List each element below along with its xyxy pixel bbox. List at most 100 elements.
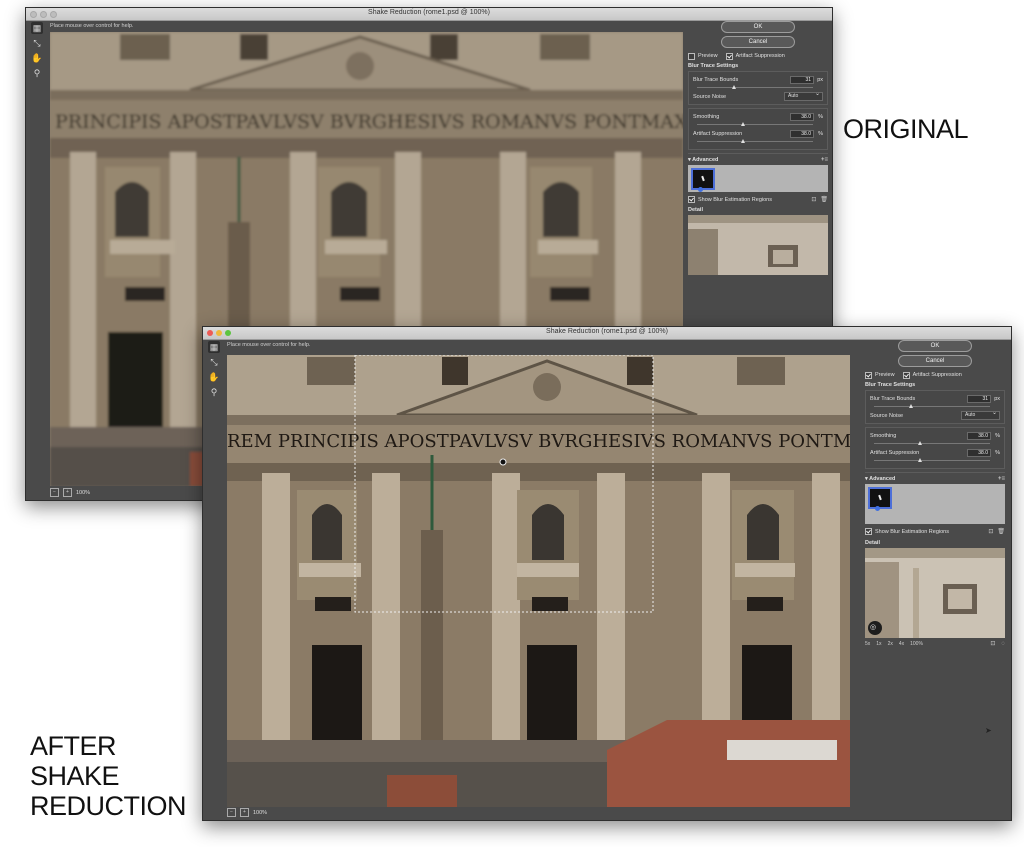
blur-trace-bounds-slider[interactable] [874,404,990,409]
loupe-target-icon[interactable]: ◎ [870,623,876,631]
px-unit: px [817,76,823,83]
loupe-zoom-1x[interactable]: 1x [876,641,881,647]
caption-after-line1: AFTER [30,731,117,761]
ok-button[interactable]: OK [898,340,972,352]
trash-icon[interactable]: 🗑 [997,528,1005,535]
advanced-section-header[interactable]: ▾ Advanced +≡ [865,472,1005,484]
detail-heading: Detail [688,207,703,213]
zoom-strip: − + 100% [50,487,90,498]
settings-panel: OK Cancel Preview Artifact Suppression B… [865,340,1005,816]
smoothing-slider[interactable] [697,122,813,127]
detail-image [865,548,1005,638]
new-region-icon[interactable]: ⊡ [811,196,816,203]
smoothing-slider[interactable] [874,441,990,446]
preview-canvas[interactable]: REM PRINCIPIS APOSTPAVLVSV BVRGHESIVS RO… [227,355,850,807]
blur-direction-tool-icon[interactable]: ⤡ [31,37,43,49]
artifact-suppression-field-label: Artifact Suppression [693,130,743,137]
loupe-pin-icon[interactable]: ⊡ [990,640,995,647]
zoom-level[interactable]: 100% [76,490,90,496]
caption-after-line2: SHAKE [30,761,120,791]
detail-image [688,215,828,275]
new-region-icon[interactable]: ⊡ [988,528,993,535]
detail-loupe[interactable]: ◎ [865,548,1005,638]
advanced-section-header[interactable]: ▾ Advanced +≡ [688,153,828,165]
disclosure-triangle-icon[interactable]: ▾ [688,157,691,163]
smoothing-group: Smoothing 38.0% Artifact Suppression 38.… [865,427,1005,469]
zoom-strip: − + 100% [227,807,267,818]
loupe-zoom-100[interactable]: 100% [910,641,923,647]
zoom-out-icon[interactable]: − [50,488,59,497]
smoothing-label: Smoothing [870,432,897,439]
artifact-checkbox-row[interactable]: Artifact Suppression [902,370,962,380]
loupe-reset-icon[interactable]: ◌ [1001,641,1005,647]
show-regions-label: Show Blur Estimation Regions [698,196,772,203]
smoothing-field[interactable]: 38.0 [967,431,991,440]
hand-tool-icon[interactable]: ✋ [31,52,43,64]
blur-trace-enabled-checkbox[interactable] [875,506,880,511]
blur-trace-thumbnail[interactable] [691,168,715,190]
blur-trace-bounds-field[interactable]: 31 [790,75,814,84]
artifact-suppression-slider[interactable] [874,458,990,463]
preview-checkbox[interactable] [688,52,695,60]
artifact-suppression-field[interactable]: 38.0 [967,448,991,457]
blur-trace-bounds-label: Blur Trace Bounds [870,395,916,402]
cancel-button[interactable]: Cancel [898,355,972,367]
preview-checkbox-row[interactable]: Preview [688,51,718,61]
blur-trace-list [688,165,828,192]
blur-trace-bounds-slider[interactable] [697,85,813,90]
artifact-suppression-checkbox[interactable] [725,52,733,60]
artifact-suppression-label: Artifact Suppression [735,53,785,59]
caption-after: AFTER SHAKE REDUCTION [30,731,187,821]
show-regions-checkbox[interactable] [688,196,695,203]
percent-unit: % [995,449,1000,456]
shake-reduction-window-after: Shake Reduction (rome1.psd @ 100%) Place… [202,326,1012,821]
add-region-icon[interactable]: +≡ [998,476,1005,482]
blur-direction-tool-icon[interactable]: ⤡ [208,356,220,368]
help-text: Place mouse over control for help. [227,342,311,348]
zoom-in-icon[interactable]: + [240,808,249,817]
source-noise-dropdown[interactable]: Auto [784,91,823,101]
source-noise-dropdown[interactable]: Auto [961,410,1000,420]
disclosure-triangle-icon[interactable]: ▾ [865,476,868,482]
blur-trace-enabled-checkbox[interactable] [698,187,703,192]
window-title: Shake Reduction (rome1.psd @ 100%) [546,328,668,335]
zoom-out-icon[interactable]: − [227,808,236,817]
preview-checkbox[interactable] [865,371,872,379]
blur-estimation-tool-icon[interactable]: ▦ [208,341,220,353]
zoom-tool-icon[interactable]: ⚲ [208,386,220,398]
ok-button[interactable]: OK [721,21,795,33]
percent-unit: % [995,432,1000,439]
advanced-label: Advanced [869,475,896,482]
blur-estimation-tool-icon[interactable]: ▦ [31,22,43,34]
title-bar[interactable]: Shake Reduction (rome1.psd @ 100%) [26,8,832,21]
help-text: Place mouse over control for help. [50,23,134,29]
show-regions-checkbox[interactable] [865,528,872,535]
artifact-suppression-slider[interactable] [697,139,813,144]
zoom-tool-icon[interactable]: ⚲ [31,67,43,79]
detail-loupe[interactable] [688,215,828,275]
blur-trace-group: Blur Trace Bounds 31 px Source Noise Auto [688,71,828,105]
zoom-in-icon[interactable]: + [63,488,72,497]
preview-label: Preview [875,372,895,378]
inscription-text-after: REM PRINCIPIS APOSTPAVLVSV BVRGHESIVS RO… [227,431,850,452]
title-bar[interactable]: Shake Reduction (rome1.psd @ 100%) [203,327,1011,340]
artifact-suppression-checkbox[interactable] [902,371,910,379]
hand-tool-icon[interactable]: ✋ [208,371,220,383]
loupe-zoom-4x[interactable]: 4x [899,641,904,647]
loupe-zoom-2x[interactable]: 2x [888,641,893,647]
add-region-icon[interactable]: +≡ [821,157,828,163]
blur-trace-thumbnail[interactable] [868,487,892,509]
artifact-suppression-field[interactable]: 38.0 [790,129,814,138]
preview-label: Preview [698,53,718,59]
preview-checkbox-row[interactable]: Preview [865,370,895,380]
zoom-level[interactable]: 100% [253,810,267,816]
percent-unit: % [818,130,823,137]
smoothing-field[interactable]: 38.0 [790,112,814,121]
trash-icon[interactable]: 🗑 [820,196,828,203]
inscription-text-original: PRINCIPIS APOSTPAVLVSV BVRGHESIVS ROMANV… [55,111,683,133]
blur-trace-bounds-field[interactable]: 31 [967,394,991,403]
blur-trace-bounds-label: Blur Trace Bounds [693,76,739,83]
loupe-zoom-5x[interactable]: 5x [865,641,870,647]
cancel-button[interactable]: Cancel [721,36,795,48]
artifact-checkbox-row[interactable]: Artifact Suppression [725,51,785,61]
